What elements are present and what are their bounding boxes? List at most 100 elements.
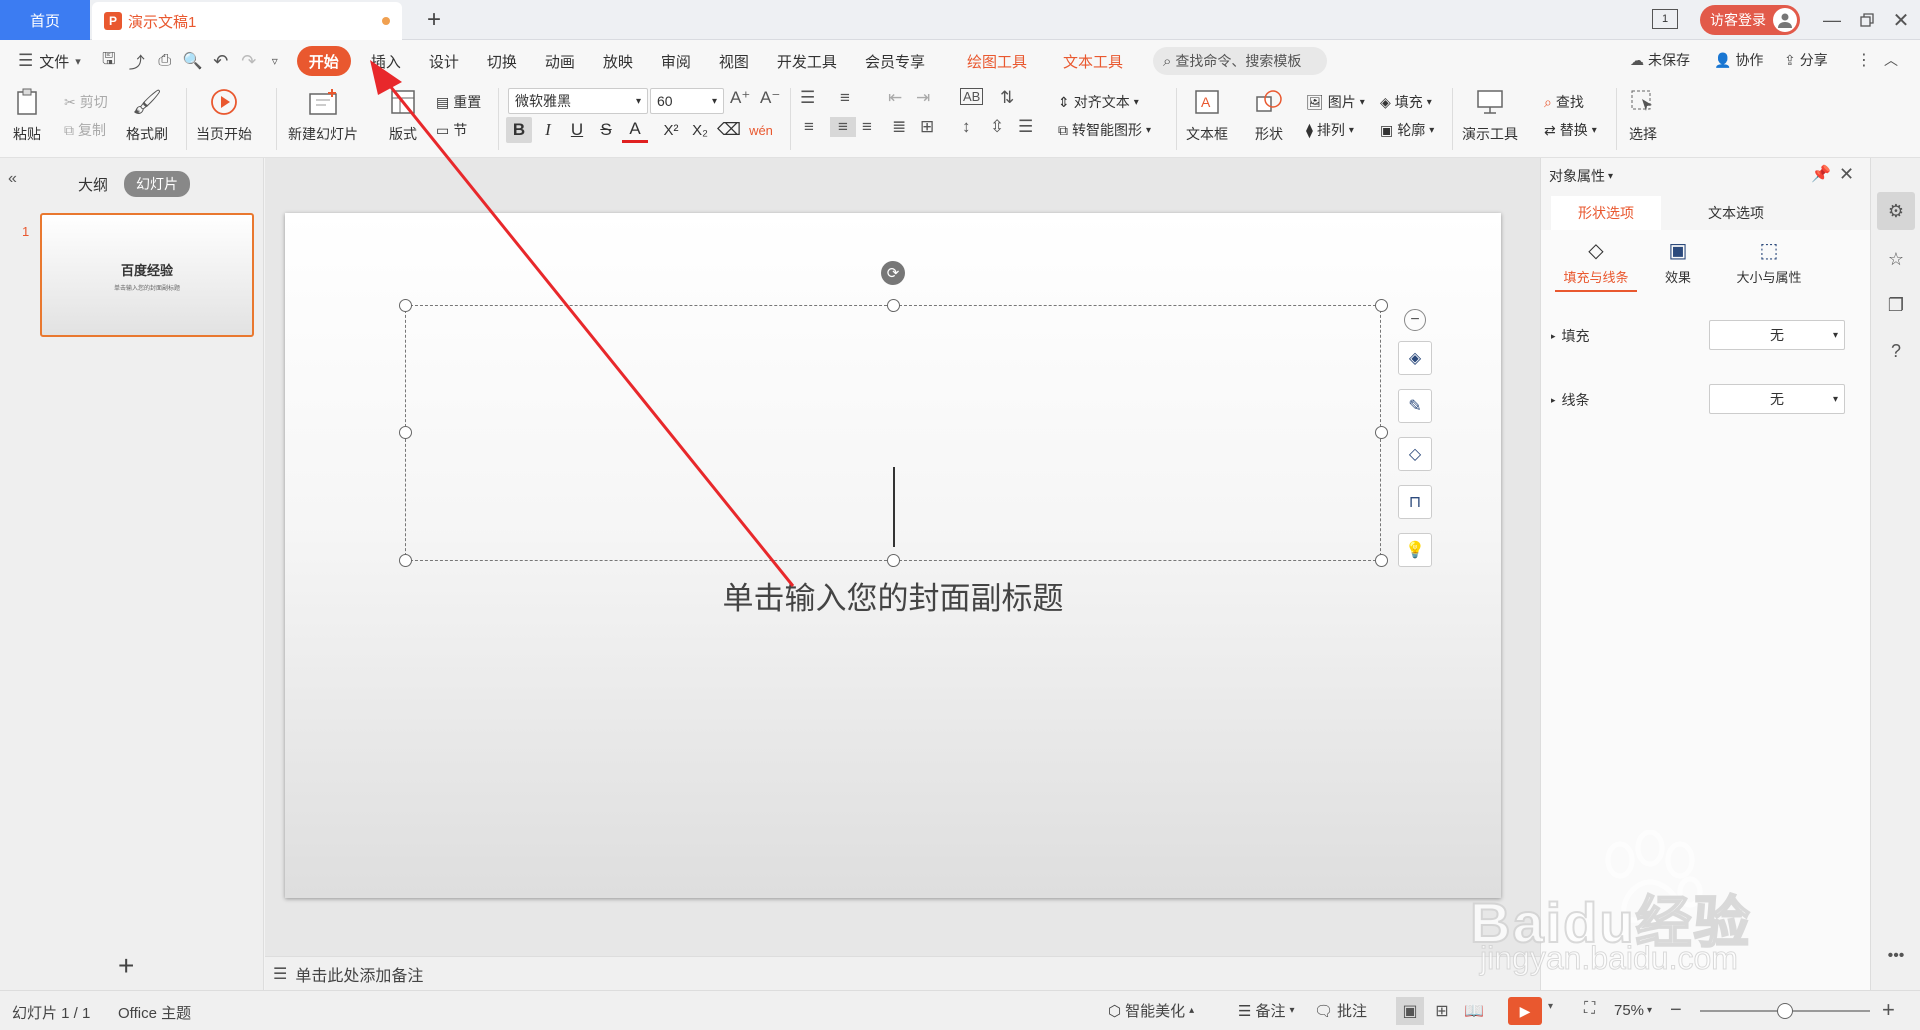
- more-icon[interactable]: •••: [1877, 944, 1915, 968]
- export-icon[interactable]: ⤴: [123, 49, 151, 73]
- slide-thumbnail[interactable]: 百度经验 单击输入您的封面副标题: [40, 213, 254, 337]
- menu-developer[interactable]: 开发工具: [763, 46, 851, 76]
- distribute-icon[interactable]: ⊞: [920, 117, 934, 137]
- menu-animation[interactable]: 动画: [531, 46, 589, 76]
- add-slide-icon[interactable]: +: [118, 950, 134, 982]
- para-spacing-icon[interactable]: ⇳: [990, 117, 1004, 137]
- idea-button[interactable]: 💡: [1398, 533, 1432, 567]
- home-tab[interactable]: 首页: [0, 0, 90, 40]
- document-tab[interactable]: P 演示文稿1: [92, 2, 402, 40]
- sub-size[interactable]: ⬚ 大小与属性: [1719, 238, 1819, 286]
- zoom-slider[interactable]: [1700, 1003, 1870, 1019]
- numbered-list-icon[interactable]: ≡: [840, 88, 850, 108]
- menu-text-tools[interactable]: 文本工具: [1049, 46, 1137, 76]
- restore-button[interactable]: [1855, 8, 1879, 32]
- close-panel-icon[interactable]: ✕: [1839, 164, 1854, 185]
- increase-indent-icon[interactable]: ⇥: [916, 88, 930, 108]
- unsaved-button[interactable]: ☁ 未保存: [1630, 50, 1690, 70]
- collapse-panel-icon[interactable]: «: [8, 170, 17, 188]
- page-count-icon[interactable]: 1: [1652, 9, 1678, 29]
- notes-toggle[interactable]: ☰ 备注 ▾: [1238, 1000, 1295, 1021]
- collapse-toolbar-icon[interactable]: −: [1404, 309, 1426, 331]
- reset-button[interactable]: ▤ 重置: [436, 92, 481, 112]
- print-icon[interactable]: ⎙: [151, 52, 179, 70]
- file-menu[interactable]: ☰ 文件 ▾: [0, 46, 95, 76]
- font-size-select[interactable]: 60 ▾: [650, 88, 724, 114]
- font-name-select[interactable]: 微软雅黑 ▾: [508, 88, 648, 114]
- redo-icon[interactable]: ↷: [235, 51, 263, 72]
- new-slide-button[interactable]: 新建幻灯片: [288, 86, 358, 144]
- line-spacing-icon[interactable]: ↕: [962, 117, 971, 137]
- sorter-view-icon[interactable]: ⊞: [1428, 997, 1456, 1025]
- beautify-button[interactable]: ⬡ 智能美化 ▴: [1108, 1000, 1194, 1021]
- sort-icon[interactable]: ⇅: [1000, 88, 1014, 108]
- command-search[interactable]: ⌕ 查找命令、搜索模板: [1152, 47, 1327, 75]
- line-section[interactable]: ▸ 线条: [1551, 390, 1590, 410]
- menu-drawing-tools[interactable]: 绘图工具: [953, 46, 1041, 76]
- cut-button[interactable]: ✂ 剪切: [64, 92, 108, 112]
- minimize-button[interactable]: —: [1820, 8, 1844, 32]
- tab-shape-options[interactable]: 形状选项: [1551, 196, 1661, 230]
- arrange-button[interactable]: ⧫ 排列 ▾: [1306, 120, 1354, 140]
- pen-button[interactable]: ✎: [1398, 389, 1432, 423]
- shape-button[interactable]: 形状: [1252, 86, 1286, 144]
- slide-subtitle[interactable]: 单击输入您的封面副标题: [285, 573, 1501, 618]
- font-color-button[interactable]: A: [622, 117, 648, 143]
- collab-button[interactable]: 👤 协作: [1714, 50, 1763, 70]
- animation-icon[interactable]: ❐: [1877, 286, 1915, 324]
- align-left-icon[interactable]: ≡: [804, 117, 814, 137]
- align-center-icon[interactable]: ≡: [830, 117, 856, 137]
- menu-slideshow[interactable]: 放映: [589, 46, 647, 76]
- theme-name[interactable]: Office 主题: [118, 1002, 191, 1023]
- fill-button[interactable]: ◈ 填充 ▾: [1380, 92, 1432, 112]
- slides-tab[interactable]: 幻灯片: [124, 171, 190, 197]
- subscript-button[interactable]: X₂: [687, 117, 713, 143]
- paste-button[interactable]: 粘贴: [10, 86, 44, 144]
- copy-button[interactable]: ⧉ 复制: [64, 120, 106, 140]
- phonetic-icon[interactable]: wén: [748, 117, 774, 143]
- strikethrough-button[interactable]: S: [593, 117, 619, 143]
- replace-button[interactable]: ⇄ 替换 ▾: [1544, 120, 1597, 140]
- save-icon[interactable]: 🖫: [95, 48, 123, 75]
- decrease-font-icon[interactable]: A⁻: [760, 88, 780, 108]
- section-button[interactable]: ▭ 节: [436, 120, 467, 140]
- print-preview-icon[interactable]: 🔍: [179, 51, 207, 71]
- notes-area[interactable]: ☰ 单击此处添加备注: [265, 956, 1540, 990]
- layout-button[interactable]: 版式: [386, 86, 420, 144]
- zoom-slider-thumb[interactable]: [1777, 1003, 1793, 1019]
- textbox-button[interactable]: A 文本框: [1186, 86, 1228, 144]
- align-text-button[interactable]: ⇕ 对齐文本 ▾: [1058, 92, 1139, 112]
- menu-view[interactable]: 视图: [705, 46, 763, 76]
- resize-handle[interactable]: [1375, 426, 1388, 439]
- superscript-button[interactable]: X²: [658, 117, 684, 143]
- resize-handle[interactable]: [399, 426, 412, 439]
- menu-member[interactable]: 会员专享: [851, 46, 939, 76]
- menu-start[interactable]: 开始: [296, 46, 351, 76]
- resize-handle[interactable]: [887, 299, 900, 312]
- resize-handle[interactable]: [1375, 299, 1388, 312]
- decrease-indent-icon[interactable]: ⇤: [888, 88, 902, 108]
- resize-handle[interactable]: [399, 299, 412, 312]
- menu-insert[interactable]: 插入: [357, 46, 415, 76]
- zoom-select[interactable]: 75% ▾: [1614, 1002, 1652, 1019]
- outline-button[interactable]: ▣ 轮廓 ▾: [1380, 120, 1434, 140]
- star-icon[interactable]: ☆: [1877, 240, 1915, 278]
- fill-section[interactable]: ▸ 填充: [1551, 326, 1590, 346]
- find-button[interactable]: ⌕ 查找: [1544, 92, 1584, 112]
- text-direction-icon[interactable]: AB: [960, 88, 984, 105]
- menu-review[interactable]: 审阅: [647, 46, 705, 76]
- slide-canvas[interactable]: ⟳ 单击输入您的封面副标题: [285, 213, 1501, 898]
- panel-title[interactable]: 对象属性 ▾: [1549, 166, 1613, 186]
- picture-button[interactable]: 🖼 图片 ▾: [1306, 92, 1365, 112]
- more-menu-icon[interactable]: ⋮: [1856, 50, 1872, 70]
- pin-icon[interactable]: 📌: [1811, 164, 1831, 184]
- comments-toggle[interactable]: 🗨 批注: [1314, 1000, 1367, 1021]
- justify-icon[interactable]: ≣: [892, 117, 906, 137]
- increase-font-icon[interactable]: A⁺: [730, 88, 750, 108]
- help-icon[interactable]: ?: [1877, 332, 1915, 370]
- undo-icon[interactable]: ↶: [207, 51, 235, 72]
- frame-button[interactable]: ⊓: [1398, 485, 1432, 519]
- fill-select[interactable]: 无 ▾: [1709, 320, 1845, 350]
- chevron-down-icon[interactable]: ▾: [1548, 1001, 1553, 1012]
- bold-button[interactable]: B: [506, 117, 532, 143]
